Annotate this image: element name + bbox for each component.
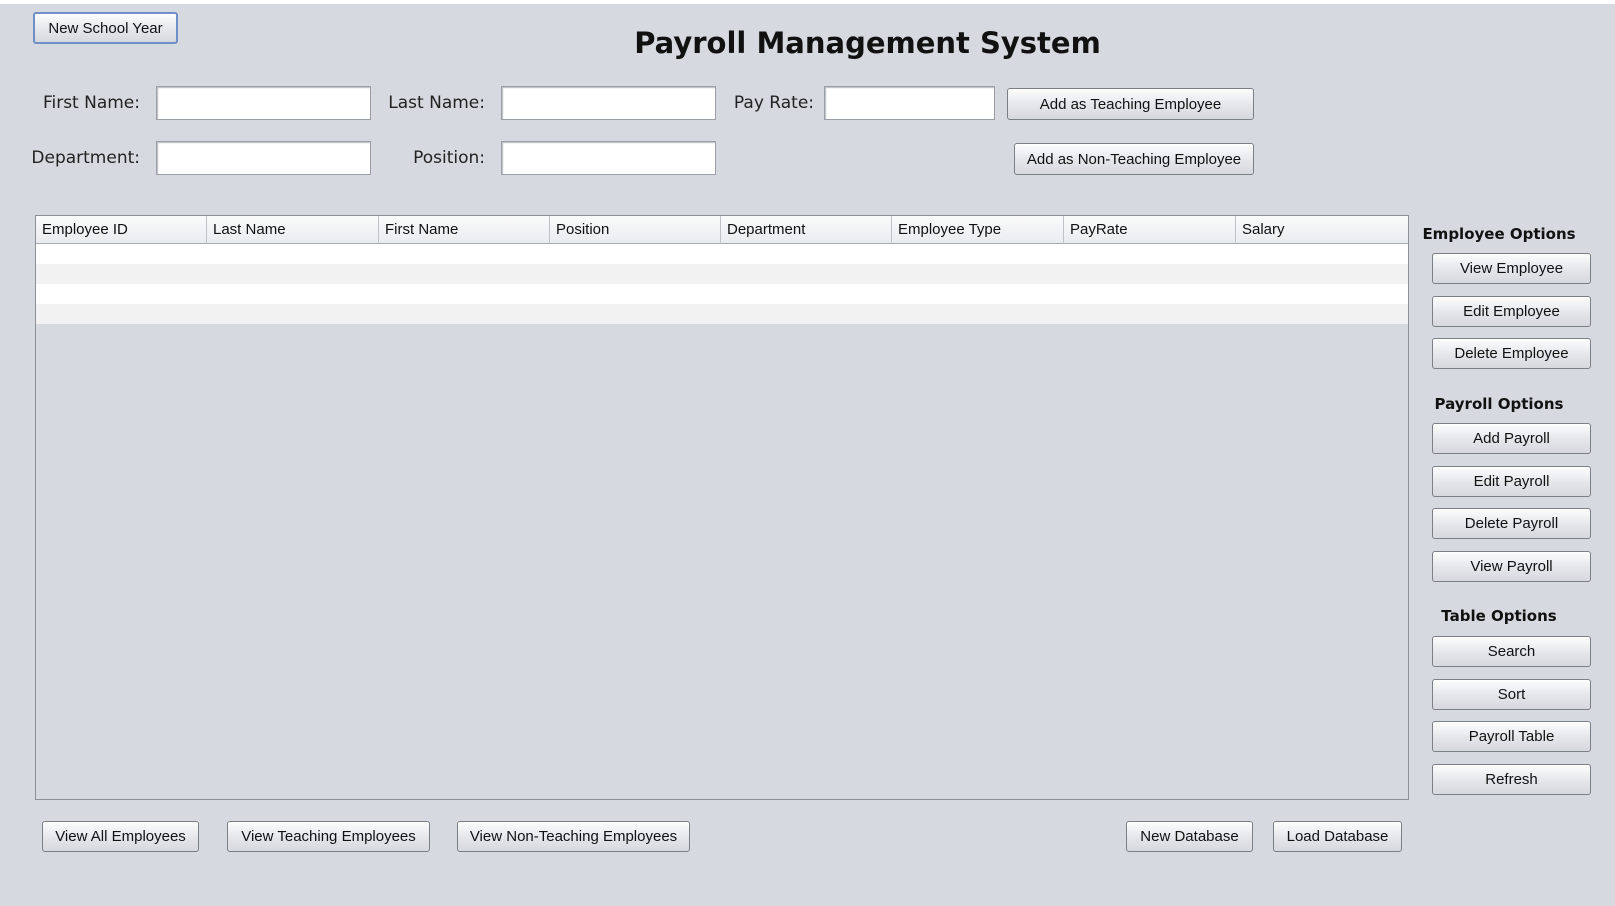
edit-payroll-button[interactable]: Edit Payroll (1432, 466, 1591, 497)
column-header-employee-id[interactable]: Employee ID (36, 216, 207, 244)
first-name-label: First Name: (42, 93, 140, 113)
first-name-input[interactable] (156, 86, 371, 120)
view-all-employees-button[interactable]: View All Employees (42, 821, 199, 852)
pay-rate-input[interactable] (824, 86, 995, 120)
view-non-teaching-employees-button[interactable]: View Non-Teaching Employees (457, 821, 690, 852)
column-header-salary[interactable]: Salary (1236, 216, 1408, 244)
table-row[interactable] (36, 284, 1408, 304)
column-header-employee-type[interactable]: Employee Type (892, 216, 1064, 244)
view-teaching-employees-button[interactable]: View Teaching Employees (227, 821, 430, 852)
search-button[interactable]: Search (1432, 636, 1591, 667)
new-database-button[interactable]: New Database (1126, 821, 1253, 852)
view-employee-button[interactable]: View Employee (1432, 253, 1591, 284)
position-input[interactable] (501, 141, 716, 175)
payroll-table-button[interactable]: Payroll Table (1432, 721, 1591, 752)
table-row[interactable] (36, 244, 1408, 264)
last-name-label: Last Name: (388, 93, 485, 113)
pay-rate-label: Pay Rate: (733, 93, 814, 113)
column-header-department[interactable]: Department (721, 216, 892, 244)
column-header-last-name[interactable]: Last Name (207, 216, 379, 244)
table-row[interactable] (36, 304, 1408, 324)
column-header-payrate[interactable]: PayRate (1064, 216, 1236, 244)
load-database-button[interactable]: Load Database (1273, 821, 1402, 852)
sort-button[interactable]: Sort (1432, 679, 1591, 710)
delete-payroll-button[interactable]: Delete Payroll (1432, 508, 1591, 539)
refresh-button[interactable]: Refresh (1432, 764, 1591, 795)
add-payroll-button[interactable]: Add Payroll (1432, 423, 1591, 454)
position-label: Position: (413, 148, 485, 168)
employee-table[interactable]: Employee ID Last Name First Name Positio… (35, 215, 1409, 800)
delete-employee-button[interactable]: Delete Employee (1432, 338, 1591, 369)
view-payroll-button[interactable]: View Payroll (1432, 551, 1591, 582)
add-teaching-employee-button[interactable]: Add as Teaching Employee (1007, 88, 1254, 120)
window-top-edge (0, 0, 1615, 4)
department-label: Department: (31, 148, 140, 168)
edit-employee-button[interactable]: Edit Employee (1432, 296, 1591, 327)
page-title: Payroll Management System (634, 26, 1101, 60)
table-row[interactable] (36, 264, 1408, 284)
department-input[interactable] (156, 141, 371, 175)
payroll-options-heading: Payroll Options (1434, 395, 1564, 413)
column-header-first-name[interactable]: First Name (379, 216, 550, 244)
column-header-position[interactable]: Position (550, 216, 721, 244)
employee-options-heading: Employee Options (1422, 225, 1576, 243)
table-options-heading: Table Options (1441, 607, 1557, 625)
table-header: Employee ID Last Name First Name Positio… (36, 216, 1408, 244)
add-non-teaching-employee-button[interactable]: Add as Non-Teaching Employee (1014, 143, 1254, 175)
last-name-input[interactable] (501, 86, 716, 120)
